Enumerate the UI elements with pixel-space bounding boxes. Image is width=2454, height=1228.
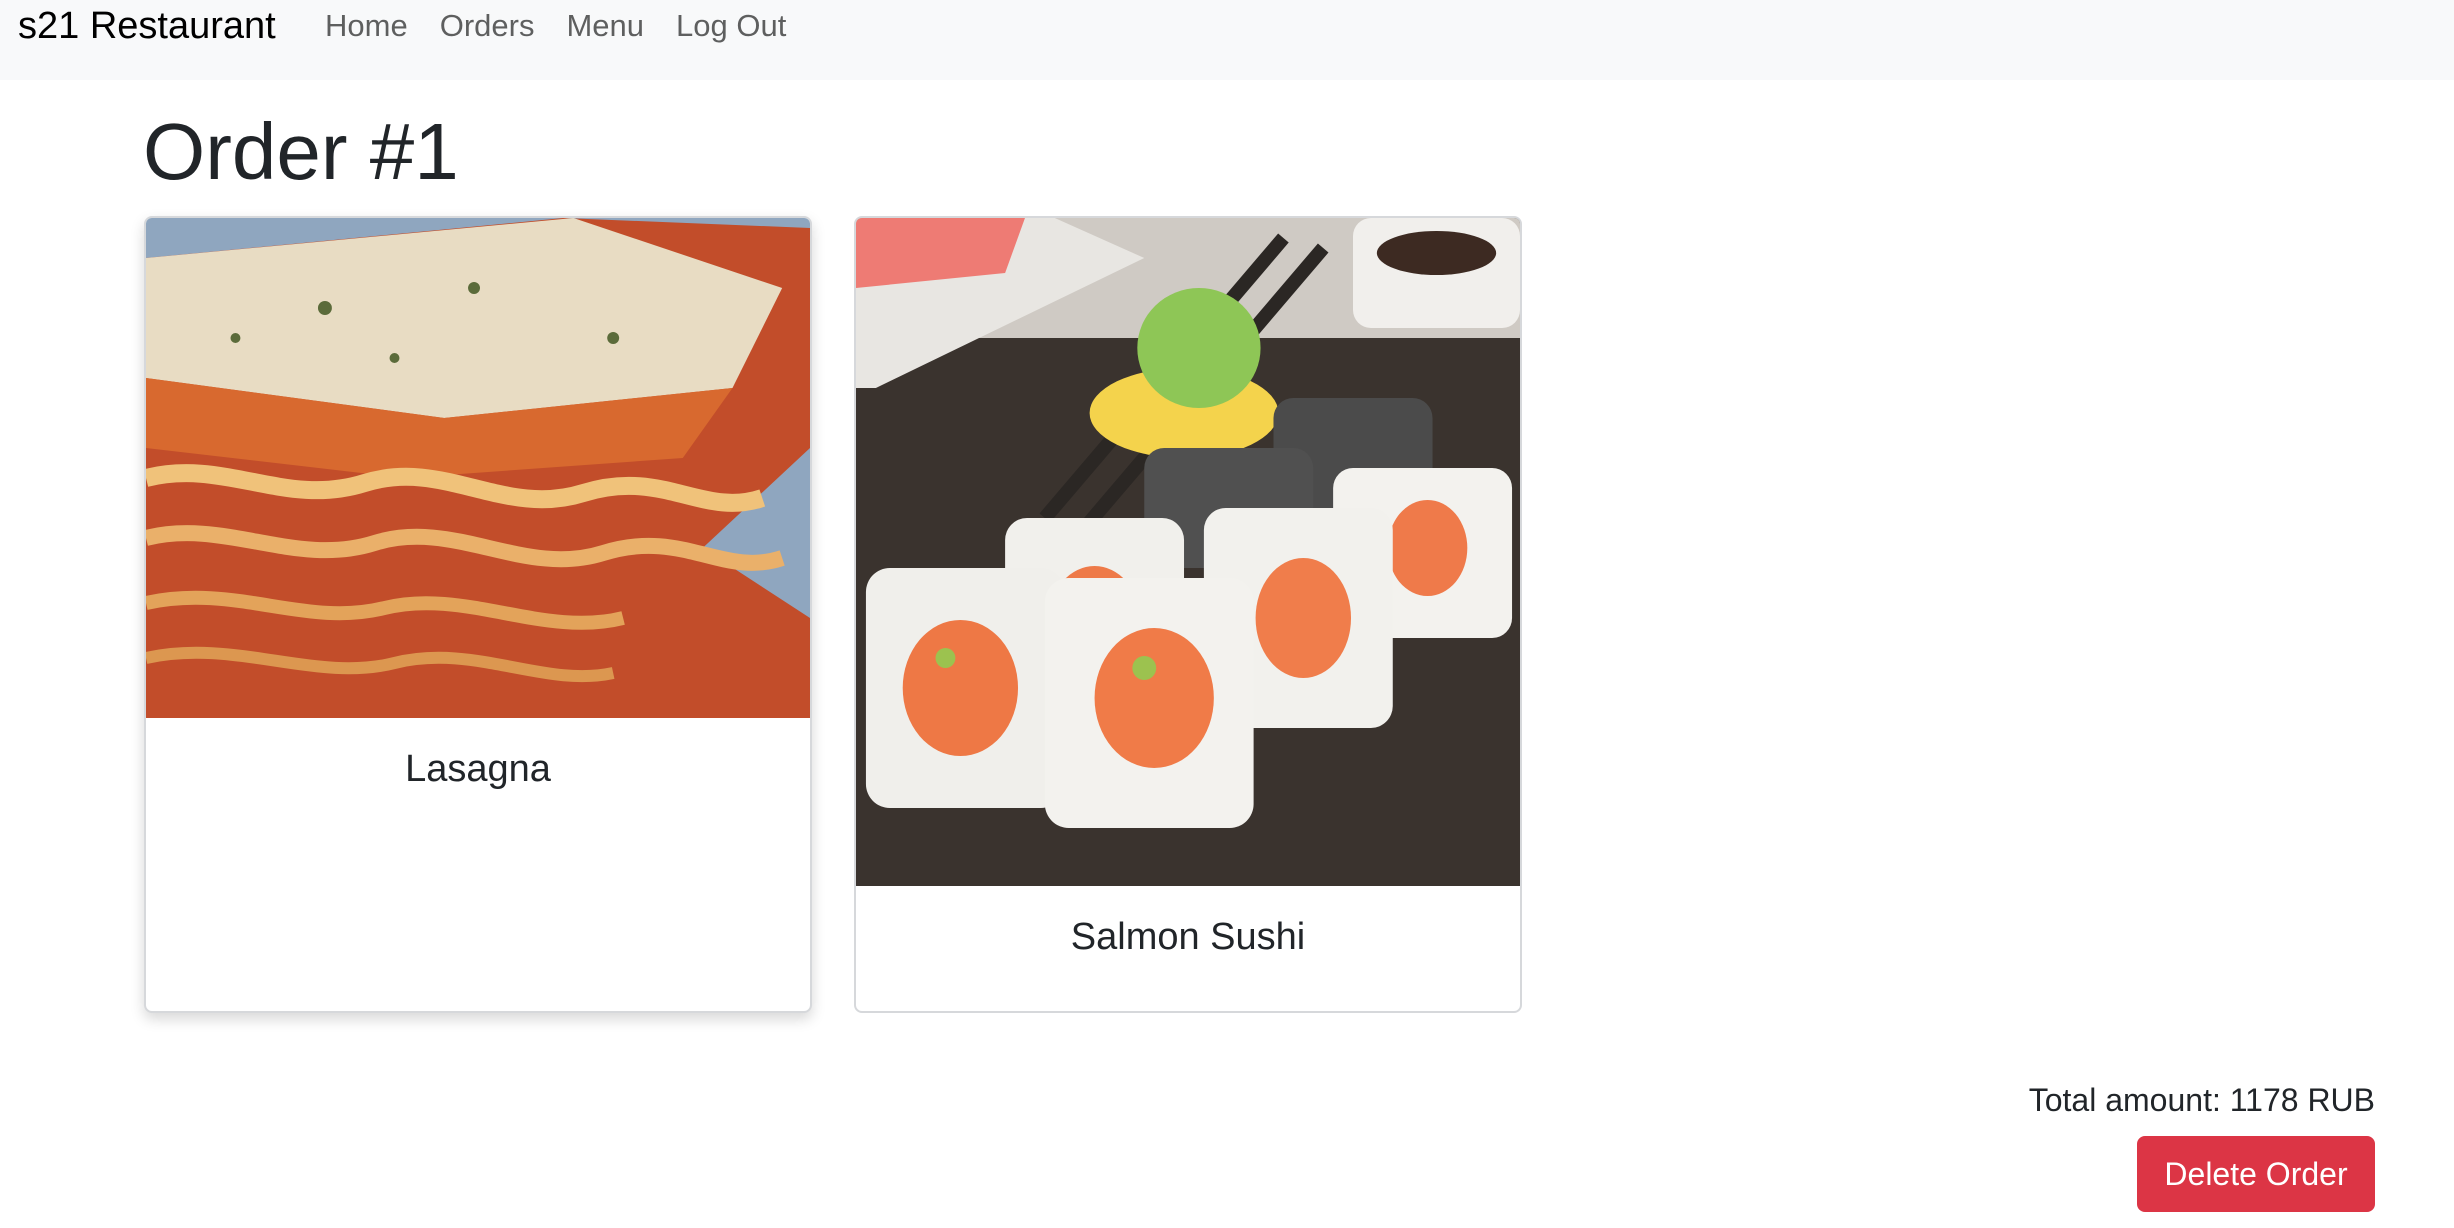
brand-link[interactable]: s21 Restaurant — [18, 4, 276, 48]
order-item-card[interactable]: Salmon Sushi — [854, 216, 1522, 1013]
nav-link-menu[interactable]: Menu — [566, 4, 644, 48]
nav-link-home[interactable]: Home — [325, 4, 408, 48]
lasagna-image — [146, 218, 810, 718]
delete-order-button[interactable]: Delete Order — [2137, 1136, 2375, 1212]
nav-link-logout[interactable]: Log Out — [676, 4, 786, 48]
navbar: s21 Restaurant Home Orders Menu Log Out — [0, 0, 2454, 80]
total-amount: Total amount: 1178 RUB — [2028, 1082, 2375, 1118]
nav-link-orders[interactable]: Orders — [440, 4, 535, 48]
item-name: Salmon Sushi — [1070, 916, 1306, 958]
order-item-card[interactable]: Lasagna — [144, 216, 812, 1013]
page-title: Order #1 — [143, 107, 459, 196]
nav-links: Home Orders Menu Log Out — [325, 4, 818, 48]
item-name: Lasagna — [405, 748, 551, 790]
salmon-sushi-image — [856, 218, 1520, 886]
